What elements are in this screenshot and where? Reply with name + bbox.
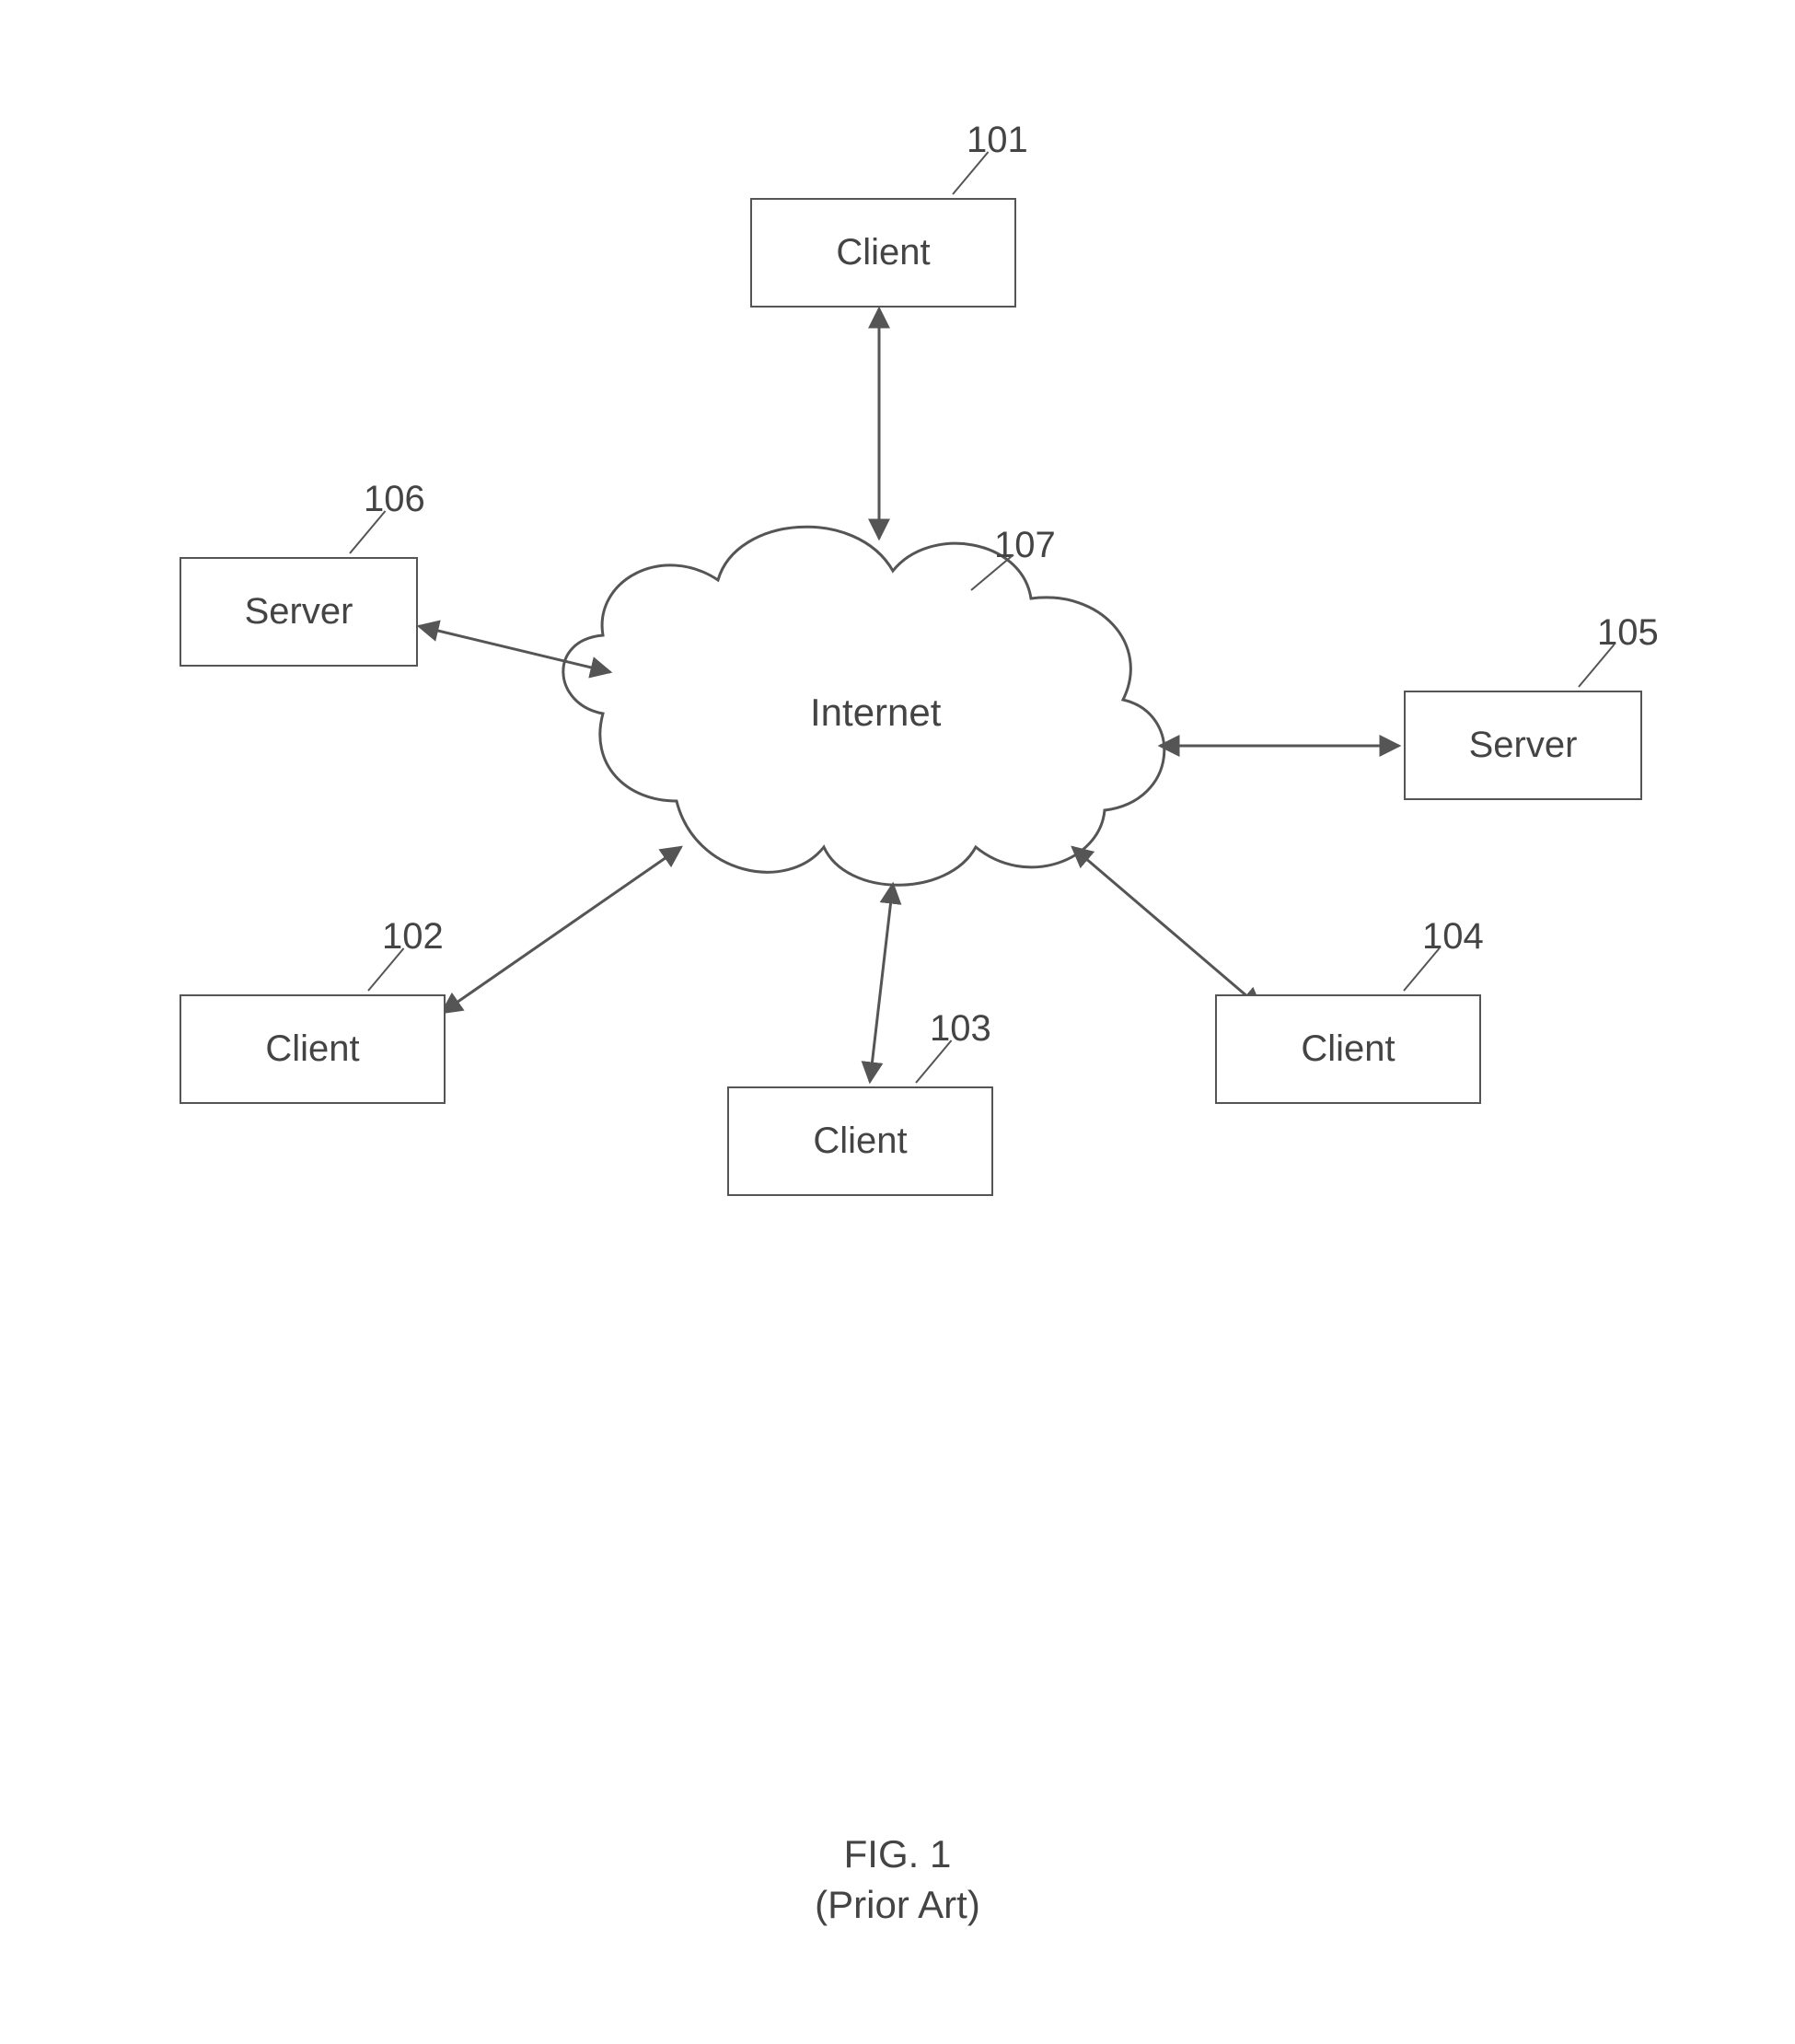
cloud-label-text: Internet <box>810 691 941 734</box>
diagram-canvas: Internet 107 Client 101 Server 106 Serve… <box>0 0 1795 2044</box>
client-top-label: Client <box>836 232 930 273</box>
cloud-ref: 107 <box>994 525 1056 566</box>
server-node-left: Server <box>180 557 418 667</box>
server-right-ref: 105 <box>1597 612 1659 654</box>
arrow-client-br <box>1072 847 1261 1008</box>
client-br-label: Client <box>1301 1028 1395 1070</box>
client-node-top: Client <box>750 198 1016 308</box>
client-node-bc: Client <box>727 1086 993 1196</box>
client-bc-label: Client <box>813 1121 907 1162</box>
cloud-node: Internet <box>810 691 941 735</box>
client-top-ref: 101 <box>967 120 1028 161</box>
client-br-ref: 104 <box>1422 916 1484 958</box>
figure-caption-line2: (Prior Art) <box>0 1883 1795 1927</box>
figure-caption-line1: FIG. 1 <box>0 1832 1795 1876</box>
server-right-label: Server <box>1469 725 1578 766</box>
server-left-ref: 106 <box>364 479 425 520</box>
server-left-label: Server <box>245 591 353 633</box>
arrow-client-bl <box>442 847 681 1013</box>
client-node-bl: Client <box>180 994 446 1104</box>
client-bl-label: Client <box>265 1028 359 1070</box>
arrow-client-bc <box>870 884 893 1082</box>
server-node-right: Server <box>1404 691 1642 800</box>
client-bl-ref: 102 <box>382 916 444 958</box>
client-bc-ref: 103 <box>930 1008 991 1050</box>
client-node-br: Client <box>1215 994 1481 1104</box>
